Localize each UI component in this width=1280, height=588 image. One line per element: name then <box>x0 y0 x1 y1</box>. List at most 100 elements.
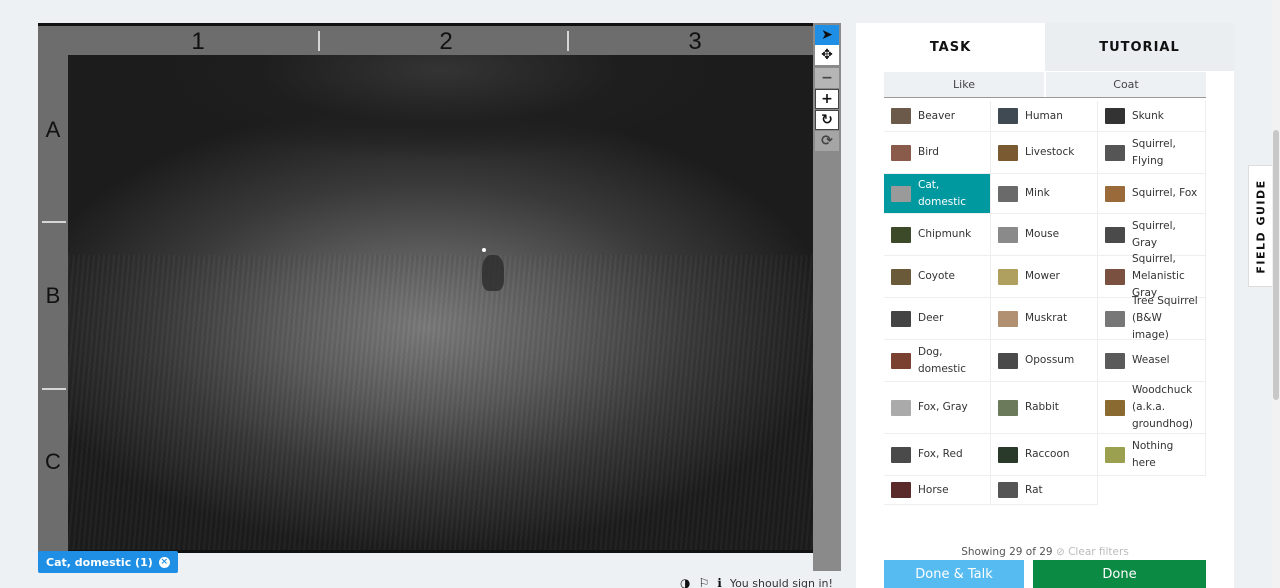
species-thumbnail <box>891 185 911 202</box>
column-label-3: 3 <box>688 28 702 55</box>
species-label: Squirrel, Fox <box>1132 187 1198 199</box>
showing-text: Showing 29 of 29 <box>961 546 1053 558</box>
task-panel: TASK TUTORIAL Like Coat Beaver Human Skunk… <box>856 23 1234 588</box>
species-thumbnail <box>998 310 1018 327</box>
species-label: Deer <box>918 312 944 324</box>
species-option[interactable]: Dog, domestic <box>884 340 991 382</box>
species-option[interactable]: Chipmunk <box>884 214 991 256</box>
species-label: Tree Squirrel (B&W image) <box>1132 295 1198 341</box>
clear-filters-link[interactable]: ⊘ Clear filters <box>1056 546 1129 558</box>
metadata-bar: ◑ ⚐ ℹ You should sign in! <box>680 576 833 588</box>
species-thumbnail <box>891 482 911 498</box>
pointer-icon[interactable]: ➤ <box>815 25 839 45</box>
filter-coat[interactable]: Coat <box>1044 72 1206 97</box>
species-option[interactable]: Rat <box>991 476 1098 505</box>
row-label-c: C <box>45 449 61 474</box>
species-option[interactable]: Human <box>991 101 1098 132</box>
species-thumbnail <box>1105 446 1125 463</box>
column-header-bar: 1 2 3 <box>38 23 813 55</box>
species-label: Cat, domestic <box>918 178 967 208</box>
species-option[interactable]: Skunk <box>1098 101 1206 132</box>
field-guide-label: FIELD GUIDE <box>1254 178 1268 274</box>
species-label: Fox, Red <box>918 448 963 460</box>
species-thumbnail <box>1105 310 1125 327</box>
species-thumbnail <box>998 185 1018 202</box>
viewer-toolbar: ➤ ✥ − + ↻ ⟳ <box>813 23 841 571</box>
species-option[interactable]: Weasel <box>1098 340 1206 382</box>
species-option[interactable]: Livestock <box>991 132 1098 174</box>
species-option[interactable]: Deer <box>884 298 991 340</box>
species-thumbnail <box>998 446 1018 463</box>
selected-species-chip[interactable]: Cat, domestic (1) × <box>38 551 178 573</box>
column-divider <box>318 31 320 51</box>
species-option[interactable]: Squirrel, Gray <box>1098 214 1206 256</box>
camera-trap-image[interactable] <box>68 55 813 553</box>
species-option[interactable]: Squirrel, Melanistic Gray <box>1098 253 1206 299</box>
species-thumbnail <box>891 144 911 161</box>
invert-icon[interactable]: ◑ <box>680 576 690 588</box>
species-label: Mouse <box>1025 228 1060 240</box>
species-label: Weasel <box>1132 354 1170 366</box>
filter-like[interactable]: Like <box>884 72 1044 97</box>
species-option[interactable]: Fox, Gray <box>884 382 991 434</box>
row-header-bar: A B C <box>38 55 68 553</box>
species-thumbnail <box>891 399 911 416</box>
zoom-in-icon[interactable]: + <box>815 89 839 109</box>
species-label: Human <box>1025 109 1063 122</box>
species-thumbnail <box>891 352 911 369</box>
field-guide-tab[interactable]: FIELD GUIDE <box>1248 165 1274 287</box>
species-option[interactable]: Woodchuck (a.k.a. groundhog) <box>1098 382 1206 434</box>
species-option[interactable]: Tree Squirrel (B&W image) <box>1098 295 1206 341</box>
species-label: Squirrel, Gray <box>1132 219 1176 249</box>
image-grass <box>68 255 813 550</box>
species-thumbnail <box>891 226 911 243</box>
species-label: Chipmunk <box>918 228 972 240</box>
species-thumbnail <box>1105 352 1125 369</box>
row-divider <box>42 221 66 223</box>
species-option[interactable]: Raccoon <box>991 434 1098 476</box>
close-icon[interactable]: × <box>158 556 170 568</box>
species-label: Raccoon <box>1025 448 1070 460</box>
tab-tutorial[interactable]: TUTORIAL <box>1045 23 1234 71</box>
panel-tabs: TASK TUTORIAL <box>856 23 1234 71</box>
species-thumbnail <box>1105 399 1125 416</box>
subject-viewer[interactable]: 1 2 3 A B C <box>38 23 813 553</box>
species-option[interactable]: Bird <box>884 132 991 174</box>
species-label: Opossum <box>1025 354 1075 366</box>
species-thumbnail <box>891 108 911 124</box>
species-option[interactable]: Squirrel, Fox <box>1098 174 1206 214</box>
species-thumbnail <box>1105 226 1125 243</box>
row-label-b: B <box>45 283 61 308</box>
species-option[interactable]: Fox, Red <box>884 434 991 476</box>
species-label: Beaver <box>918 109 956 122</box>
zoom-out-icon[interactable]: − <box>815 68 839 88</box>
done-button[interactable]: Done <box>1033 560 1206 588</box>
species-option[interactable]: Beaver <box>884 101 991 132</box>
species-label: Fox, Gray <box>918 401 968 413</box>
info-icon[interactable]: ℹ <box>717 576 722 588</box>
column-divider <box>567 31 569 51</box>
move-icon[interactable]: ✥ <box>815 45 839 65</box>
species-thumbnail <box>891 310 911 327</box>
image-animal <box>482 255 504 291</box>
flag-icon[interactable]: ⚐ <box>698 576 709 588</box>
rotate-icon[interactable]: ↻ <box>815 110 839 130</box>
reset-view-icon[interactable]: ⟳ <box>815 131 839 151</box>
done-and-talk-button[interactable]: Done & Talk <box>884 560 1024 588</box>
species-option[interactable]: Horse <box>884 476 991 505</box>
species-option[interactable]: Cat, domestic <box>884 174 991 214</box>
species-thumbnail <box>891 268 911 285</box>
species-option[interactable]: Coyote <box>884 256 991 298</box>
species-option[interactable]: Opossum <box>991 340 1098 382</box>
species-label: Rat <box>1025 483 1043 496</box>
species-label: Dog, domestic <box>918 345 967 375</box>
species-option[interactable]: Mower <box>991 256 1098 298</box>
page-scrollbar-thumb[interactable] <box>1273 130 1279 400</box>
species-option[interactable]: Muskrat <box>991 298 1098 340</box>
species-option[interactable]: Rabbit <box>991 382 1098 434</box>
species-option[interactable]: Mink <box>991 174 1098 214</box>
tab-task[interactable]: TASK <box>856 23 1045 71</box>
species-option[interactable]: Mouse <box>991 214 1098 256</box>
species-option[interactable]: Squirrel, Flying <box>1098 132 1206 174</box>
species-option[interactable]: Nothing here <box>1098 434 1206 476</box>
